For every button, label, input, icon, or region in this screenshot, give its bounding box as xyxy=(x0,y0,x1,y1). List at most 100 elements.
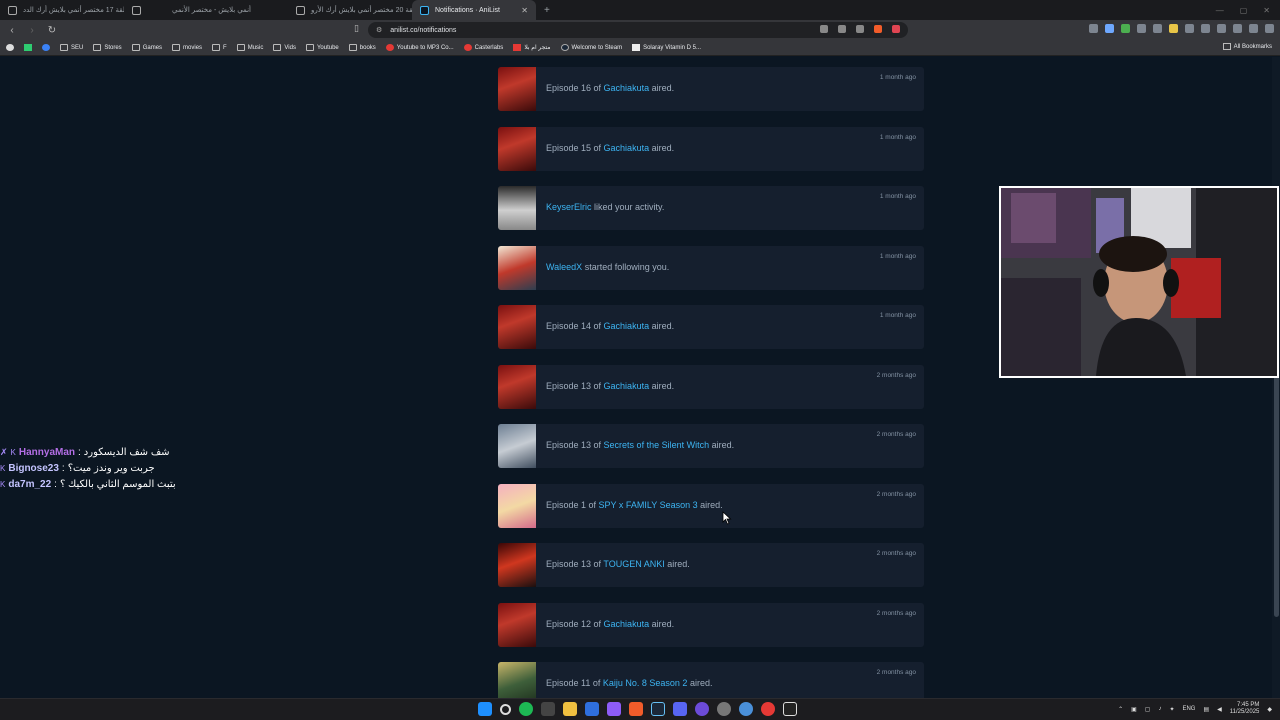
bookmark-folder-stores[interactable]: Stores xyxy=(93,44,122,51)
app-icon[interactable] xyxy=(739,702,753,716)
language-indicator[interactable]: ENG xyxy=(1182,706,1195,712)
notification-card[interactable]: Episode 16 of Gachiakuta aired. 1 month a… xyxy=(498,67,924,111)
minimize-icon[interactable]: — xyxy=(1216,6,1224,15)
notification-link[interactable]: Gachiakuta xyxy=(604,321,650,331)
notification-card[interactable]: Episode 11 of Kaiju No. 8 Season 2 aired… xyxy=(498,662,924,698)
extension-icon[interactable] xyxy=(1137,24,1146,33)
notification-thumbnail[interactable] xyxy=(498,483,536,528)
notification-card[interactable]: KeyserElric liked your activity. 1 month … xyxy=(498,186,924,230)
settings-icon[interactable] xyxy=(717,702,731,716)
bookmark-folder-books[interactable]: books xyxy=(348,44,376,51)
capcut-icon[interactable] xyxy=(783,702,797,716)
menu-icon[interactable] xyxy=(1265,24,1274,33)
notification-card[interactable]: WaleedX started following you. 1 month ag… xyxy=(498,245,924,290)
notification-thumbnail[interactable] xyxy=(498,364,536,409)
notification-card[interactable]: Episode 1 of SPY x FAMILY Season 3 aired… xyxy=(498,483,924,528)
tray-app-icon[interactable]: ▣ xyxy=(1131,706,1137,713)
omnibox[interactable]: ⚙ anilist.co/notifications xyxy=(368,22,908,38)
all-bookmarks-button[interactable]: All Bookmarks xyxy=(1222,43,1272,50)
close-window-icon[interactable]: ✕ xyxy=(1263,6,1270,15)
steam-icon[interactable] xyxy=(651,702,665,716)
browser-tab[interactable] xyxy=(124,0,164,20)
bookmark-folder-music[interactable]: Music xyxy=(236,44,263,51)
bookmark-solaray[interactable]: Solaray Vitamin D 5... xyxy=(632,44,701,51)
brave-browser-icon[interactable] xyxy=(629,702,643,716)
share-icon[interactable] xyxy=(856,25,864,33)
app-icon[interactable] xyxy=(541,702,555,716)
app-icon[interactable] xyxy=(607,702,621,716)
notification-card[interactable]: Episode 12 of Gachiakuta aired. 2 months … xyxy=(498,602,924,647)
notification-thumbnail[interactable] xyxy=(498,662,536,698)
new-tab-icon[interactable]: + xyxy=(536,0,558,20)
forward-icon[interactable]: › xyxy=(24,25,40,36)
bookmark-youtube-mp3[interactable]: Youtube to MP3 Co... xyxy=(385,44,454,51)
bookmark-folder-movies[interactable]: movies xyxy=(172,44,202,51)
back-icon[interactable]: ‹ xyxy=(4,25,20,36)
extension-icon[interactable] xyxy=(1153,24,1162,33)
maximize-icon[interactable]: ▢ xyxy=(1240,6,1248,15)
notification-thumbnail[interactable] xyxy=(498,186,536,230)
tray-app-icon[interactable]: ▢ xyxy=(1145,706,1151,713)
notification-link[interactable]: Secrets of the Silent Witch xyxy=(604,440,710,450)
notification-card[interactable]: Episode 13 of Gachiakuta aired. 2 months … xyxy=(498,364,924,409)
notification-thumbnail[interactable] xyxy=(498,126,536,171)
notification-link[interactable]: Kaiju No. 8 Season 2 xyxy=(603,678,688,688)
brave-shield-icon[interactable] xyxy=(874,25,882,33)
notification-link[interactable]: Gachiakuta xyxy=(604,83,650,93)
reload-icon[interactable]: ↻ xyxy=(44,25,60,36)
search-icon[interactable] xyxy=(500,703,511,715)
notification-link[interactable]: Gachiakuta xyxy=(604,143,650,153)
bookmark-steam[interactable]: Welcome to Steam xyxy=(560,44,622,51)
browser-tab[interactable]: الحلقة 17 مختصر أنمي بلايش أرك الدد... xyxy=(0,0,124,20)
brave-rewards-icon[interactable] xyxy=(892,25,900,33)
notification-link[interactable]: TOUGEN ANKI xyxy=(603,559,664,569)
obs-icon[interactable] xyxy=(695,702,709,716)
browser-tab-active[interactable]: Notifications · AniList ✕ xyxy=(412,0,536,20)
sidebar-icon[interactable] xyxy=(1201,24,1210,33)
notification-card[interactable]: Episode 13 of Secrets of the Silent Witc… xyxy=(498,424,924,468)
discord-icon[interactable] xyxy=(673,702,687,716)
tray-chevron-icon[interactable]: ⌃ xyxy=(1118,706,1123,713)
notification-thumbnail[interactable] xyxy=(498,305,536,349)
notification-thumbnail[interactable] xyxy=(498,602,536,647)
bookmark-folder-vids[interactable]: Vids xyxy=(273,44,296,51)
profile-icon[interactable] xyxy=(1249,24,1258,33)
windows-start-icon[interactable] xyxy=(478,702,492,716)
notification-link[interactable]: SPY x FAMILY Season 3 xyxy=(599,500,698,510)
microphone-icon[interactable]: ♪ xyxy=(1158,706,1161,712)
tray-app-icon[interactable]: ✦ xyxy=(1169,706,1174,713)
notification-thumbnail[interactable] xyxy=(498,67,536,111)
extension-icon[interactable] xyxy=(1121,24,1130,33)
notification-card[interactable]: Episode 15 of Gachiakuta aired. 1 month a… xyxy=(498,126,924,171)
notification-link[interactable]: WaleedX xyxy=(546,262,582,272)
tab-close-icon[interactable]: ✕ xyxy=(521,6,528,15)
bookmark-chrome-icon[interactable] xyxy=(6,44,14,51)
cast-icon[interactable] xyxy=(820,25,828,33)
notification-card[interactable]: Episode 14 of Gachiakuta aired. 1 month a… xyxy=(498,305,924,349)
notifications-bell-icon[interactable]: ◆ xyxy=(1267,706,1272,713)
spotify-icon[interactable] xyxy=(519,702,533,716)
bookmark-folder-f[interactable]: F xyxy=(212,44,227,51)
extension-icon[interactable] xyxy=(1105,24,1114,33)
bookmark-casterlabs[interactable]: Casterlabs xyxy=(463,44,503,51)
file-explorer-icon[interactable] xyxy=(563,702,577,716)
scrollbar-thumb[interactable] xyxy=(1274,357,1279,617)
notification-card[interactable]: Episode 13 of TOUGEN ANKI aired. 2 months… xyxy=(498,543,924,587)
bookmark-icon[interactable]: ▯ xyxy=(354,23,359,34)
bookmark-blue-icon[interactable] xyxy=(42,44,50,51)
vpn-icon[interactable] xyxy=(1233,24,1242,33)
notification-link[interactable]: KeyserElric xyxy=(546,202,592,212)
bookmark-folder-youtube[interactable]: Youtube xyxy=(305,44,339,51)
notification-thumbnail[interactable] xyxy=(498,424,536,468)
network-icon[interactable]: ▤ xyxy=(1203,706,1209,713)
bookmark-folder-games[interactable]: Games xyxy=(131,44,162,51)
site-info-icon[interactable]: ⚙ xyxy=(376,26,382,34)
extension-icon[interactable] xyxy=(1089,24,1098,33)
browser-tab[interactable]: أنمي بلايش - مختصر الأنمي xyxy=(164,0,288,20)
bookmark-arabic-store[interactable]: متجر ام بلا xyxy=(513,44,551,51)
volume-icon[interactable]: ◀ xyxy=(1217,706,1222,713)
bookmark-folder-seu[interactable]: SEU xyxy=(60,44,83,51)
browser-tab[interactable]: الحلقة 20 مختصر أنمي بلايش أرك الأرو... xyxy=(288,0,412,20)
app-icon[interactable] xyxy=(761,702,775,716)
notification-link[interactable]: Gachiakuta xyxy=(604,381,650,391)
